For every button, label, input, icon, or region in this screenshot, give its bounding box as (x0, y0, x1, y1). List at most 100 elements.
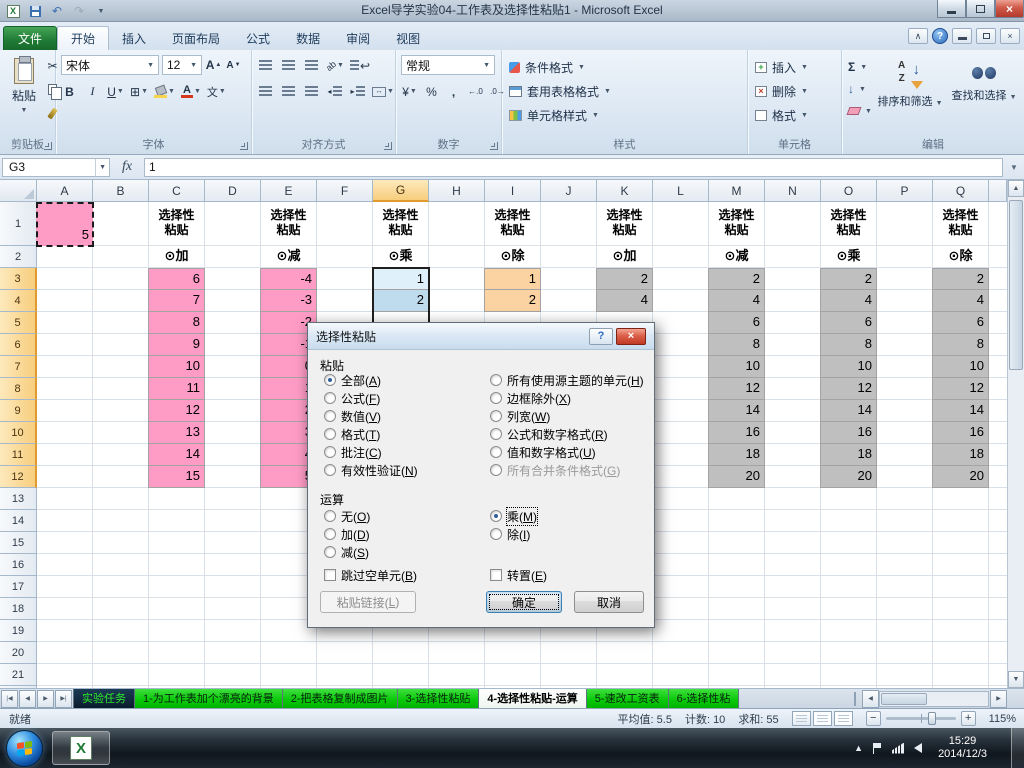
cell-Q9[interactable]: 14 (932, 400, 989, 422)
formula-input[interactable]: 1 (144, 157, 1003, 177)
scroll-right-icon[interactable]: ▶ (990, 689, 1007, 708)
cell-Q11[interactable]: 18 (932, 444, 989, 466)
operation-option-right-0[interactable]: 乘(M) (490, 506, 538, 526)
workbook-close-icon[interactable]: × (1000, 28, 1020, 44)
cell-M1[interactable]: 选择性 粘贴 (709, 202, 764, 245)
paste-option-1[interactable]: 公式(F) (324, 389, 418, 407)
decrease-font-icon[interactable]: A ▼ (225, 56, 242, 75)
vertical-scroll-thumb[interactable] (1009, 200, 1023, 370)
cell-C8[interactable]: 11 (148, 378, 205, 400)
align-right-icon[interactable] (303, 82, 320, 101)
cell-M2[interactable]: ⊙减 (709, 246, 764, 267)
cell-E1[interactable]: 选择性 粘贴 (261, 202, 316, 245)
zoom-slider-thumb[interactable] (927, 712, 936, 725)
tab-formulas[interactable]: 公式 (233, 26, 283, 50)
cell-M9[interactable]: 14 (708, 400, 765, 422)
phonetic-guide-icon[interactable]: 文 ▼ (207, 82, 226, 101)
last-sheet-icon[interactable]: ▶| (55, 689, 72, 708)
collapse-ribbon-icon[interactable]: ∧ (908, 28, 928, 44)
font-size-combo[interactable]: 12 ▼ (162, 55, 202, 75)
row-header-16[interactable]: 16 (0, 554, 37, 576)
cell-C3[interactable]: 6 (148, 268, 205, 290)
redo-icon[interactable]: ↷ (70, 3, 88, 20)
merge-center-icon[interactable]: ↔ ▼ (372, 82, 394, 101)
sheet-tab-0[interactable]: 实验任务 (73, 688, 135, 709)
horizontal-scrollbar[interactable]: ◀ ▶ (852, 689, 1024, 709)
normal-view-icon[interactable] (791, 711, 811, 726)
cell-C1[interactable]: 选择性 粘贴 (149, 202, 204, 245)
customize-qat-icon[interactable]: ▼ (92, 3, 110, 20)
transpose-checkbox[interactable]: 转置(E) (490, 567, 547, 583)
column-header-B[interactable]: B (93, 180, 149, 202)
scroll-up-icon[interactable]: ▲ (1008, 180, 1024, 197)
fill-color-icon[interactable]: ▼ (154, 82, 175, 101)
row-header-20[interactable]: 20 (0, 642, 37, 664)
save-icon[interactable] (26, 3, 44, 20)
cell-C5[interactable]: 8 (148, 312, 205, 334)
tab-page-layout[interactable]: 页面布局 (159, 26, 233, 50)
cell-O6[interactable]: 8 (820, 334, 877, 356)
align-top-icon[interactable] (257, 56, 274, 75)
cell-O5[interactable]: 6 (820, 312, 877, 334)
row-header-21[interactable]: 21 (0, 664, 37, 686)
cell-K4[interactable]: 4 (596, 290, 653, 312)
cell-O4[interactable]: 4 (820, 290, 877, 312)
cancel-button[interactable]: 取消 (574, 591, 644, 613)
cell-M10[interactable]: 16 (708, 422, 765, 444)
hidden-icons-arrow-icon[interactable]: ▲ (854, 743, 863, 753)
cell-Q2[interactable]: ⊙除 (933, 246, 988, 267)
cell-O1[interactable]: 选择性 粘贴 (821, 202, 876, 245)
cell-K1[interactable]: 选择性 粘贴 (597, 202, 652, 245)
previous-sheet-icon[interactable]: ◀ (19, 689, 36, 708)
row-header-12[interactable]: 12 (0, 466, 37, 488)
cell-G4[interactable]: 2 (372, 290, 429, 312)
cell-C4[interactable]: 7 (148, 290, 205, 312)
paste-option-4[interactable]: 批注(C) (324, 443, 418, 461)
minimize-button[interactable] (937, 0, 966, 18)
number-dialog-launcher-icon[interactable] (490, 142, 498, 150)
row-header-13[interactable]: 13 (0, 488, 37, 510)
show-desktop-button[interactable] (1011, 728, 1024, 768)
cell-G3[interactable]: 1 (372, 268, 429, 290)
borders-icon[interactable]: ⊞ ▼ (130, 82, 148, 101)
cell-G2[interactable]: ⊙乘 (373, 246, 428, 267)
first-sheet-icon[interactable]: |◀ (1, 689, 18, 708)
cell-K2[interactable]: ⊙加 (597, 246, 652, 267)
bold-icon[interactable]: B (61, 82, 78, 101)
cell-I4[interactable]: 2 (484, 290, 541, 312)
row-header-1[interactable]: 1 (0, 202, 37, 246)
tab-split-handle[interactable] (854, 691, 859, 706)
zoom-level[interactable]: 115% (989, 713, 1016, 725)
insert-function-icon[interactable]: fx (113, 159, 141, 175)
row-header-6[interactable]: 6 (0, 334, 37, 356)
paste-option-3[interactable]: 格式(T) (324, 425, 418, 443)
cell-O8[interactable]: 12 (820, 378, 877, 400)
cell-O11[interactable]: 18 (820, 444, 877, 466)
tab-file[interactable]: 文件 (3, 26, 57, 50)
paste-button[interactable]: 粘贴 ▼ (6, 55, 42, 135)
increase-indent-icon[interactable]: ▸ (349, 82, 366, 101)
increase-decimal-icon[interactable]: ←.0 (467, 82, 484, 101)
close-button[interactable]: × (995, 0, 1024, 18)
find-select-button[interactable]: 查找和选择 ▼ (948, 55, 1020, 137)
wrap-text-icon[interactable]: ↩ (349, 56, 370, 75)
column-header-N[interactable]: N (765, 180, 821, 202)
expand-formula-bar-icon[interactable]: ▼ (1006, 163, 1022, 172)
cell-Q8[interactable]: 12 (932, 378, 989, 400)
cell-M12[interactable]: 20 (708, 466, 765, 488)
autosum-button[interactable]: Σ ▼ (848, 56, 867, 78)
name-box-dropdown-icon[interactable]: ▼ (95, 158, 109, 176)
cell-styles-button[interactable]: 单元格样式 ▼ (509, 104, 599, 126)
font-name-combo[interactable]: 宋体 ▼ (61, 55, 159, 75)
paste-option-right-3[interactable]: 公式和数字格式(R) (490, 425, 644, 443)
increase-font-icon[interactable]: A ▲ (205, 56, 222, 75)
cell-I3[interactable]: 1 (484, 268, 541, 290)
horizontal-scroll-track[interactable] (879, 690, 989, 707)
paste-option-right-1[interactable]: 边框除外(X) (490, 389, 644, 407)
restore-button[interactable] (966, 0, 995, 18)
sort-filter-button[interactable]: A Z ↓ 排序和筛选 ▼ (874, 55, 946, 137)
underline-icon[interactable]: U ▼ (107, 82, 124, 101)
next-sheet-icon[interactable]: ▶ (37, 689, 54, 708)
cell-Q12[interactable]: 20 (932, 466, 989, 488)
conditional-formatting-button[interactable]: 条件格式 ▼ (509, 56, 585, 78)
